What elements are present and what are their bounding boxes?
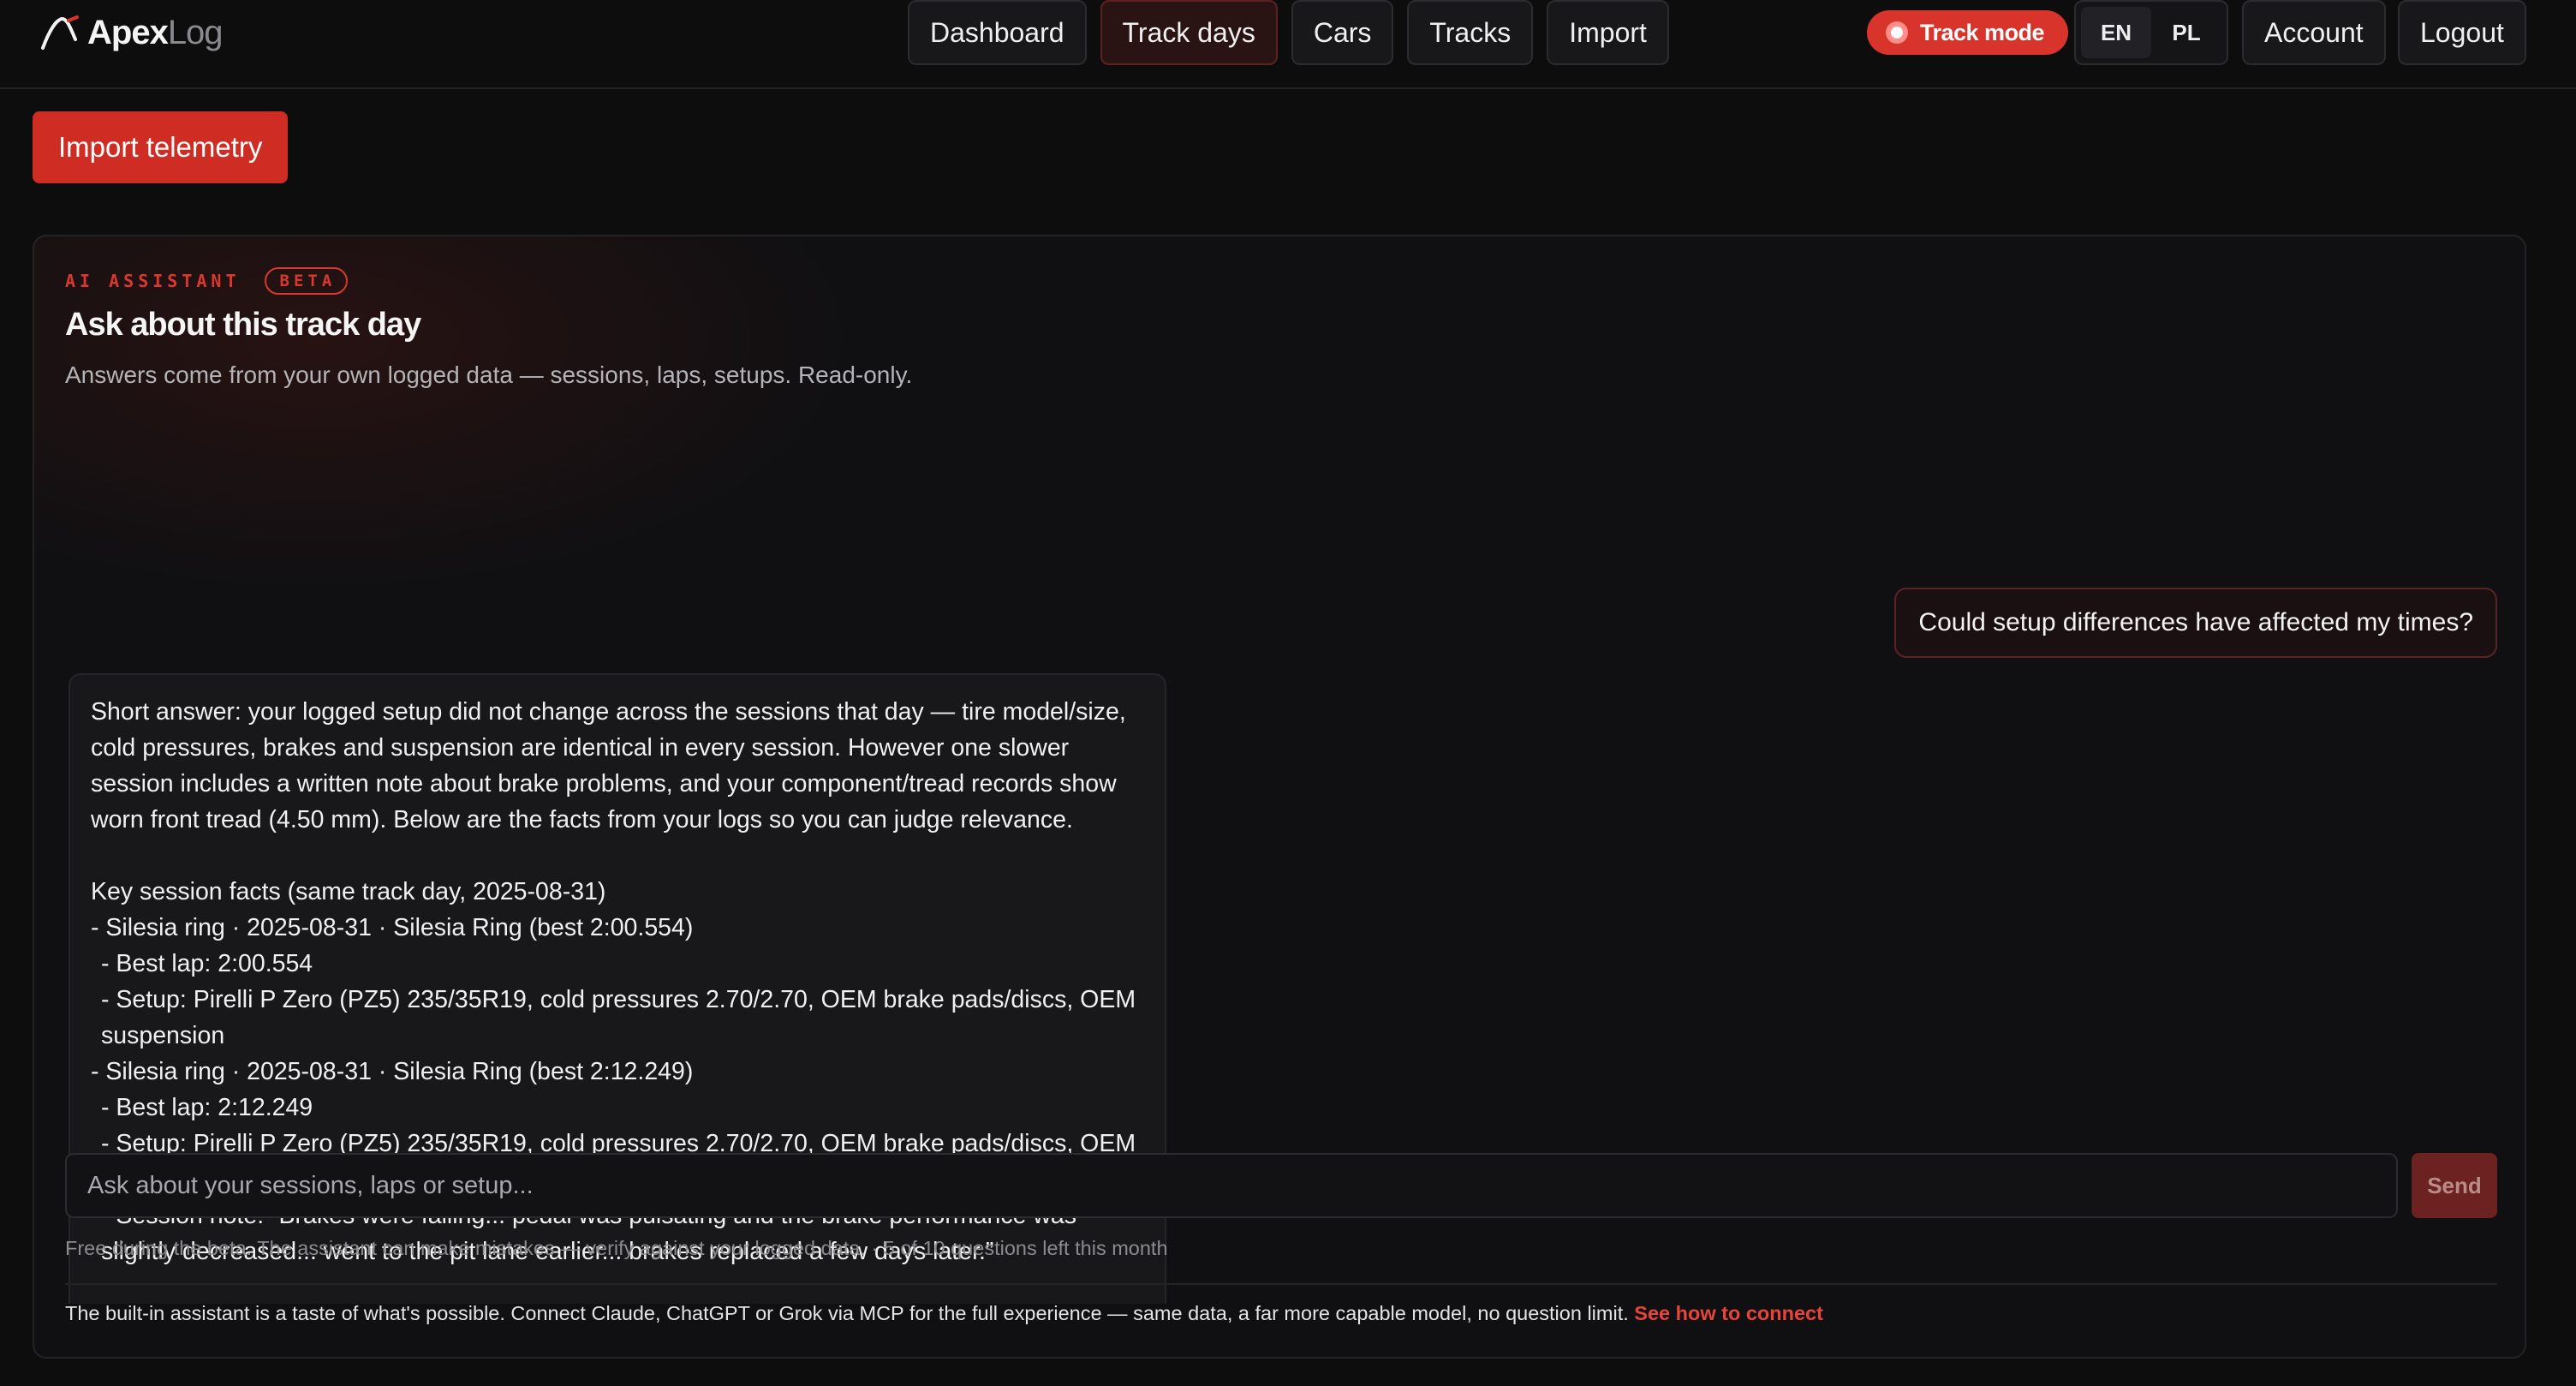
reply-heading: Key session facts (same track day, 2025-… — [91, 878, 606, 905]
lang-pl-button[interactable]: PL — [2151, 7, 2221, 58]
logout-button[interactable]: Logout — [2398, 0, 2526, 65]
reply-spacer — [91, 838, 1144, 874]
lang-en-button[interactable]: EN — [2081, 7, 2151, 58]
import-telemetry-button[interactable]: Import telemetry — [33, 111, 289, 183]
top-bar: ApexLog Dashboard Track days Cars Tracks… — [0, 0, 2576, 89]
see-how-to-connect-link[interactable]: See how to connect — [1634, 1302, 1823, 1324]
eyebrow-label: AI ASSISTANT — [65, 271, 241, 291]
nav-tracks[interactable]: Tracks — [1407, 0, 1534, 65]
nav-cars[interactable]: Cars — [1291, 0, 1394, 65]
nav-dashboard[interactable]: Dashboard — [908, 0, 1087, 65]
logo-light: Log — [167, 13, 224, 51]
account-button[interactable]: Account — [2242, 0, 2386, 65]
chat-input[interactable] — [65, 1153, 2398, 1218]
record-dot-icon — [1886, 21, 1908, 44]
mcp-note-text: The built-in assistant is a taste of wha… — [65, 1302, 1629, 1324]
reply-session-2: - Silesia ring · 2025-08-31 · Silesia Ri… — [91, 1058, 694, 1085]
panel-title: Ask about this track day — [65, 307, 421, 343]
reply-session-1-best: - Best lap: 2:00.554 — [101, 950, 313, 977]
reply-intro: Short answer: your logged setup did not … — [91, 698, 1126, 833]
nav-track-days[interactable]: Track days — [1100, 0, 1278, 65]
send-button[interactable]: Send — [2412, 1153, 2497, 1218]
ai-assistant-panel: AI ASSISTANT BETA Ask about this track d… — [33, 235, 2526, 1359]
mcp-note: The built-in assistant is a taste of wha… — [65, 1302, 1823, 1325]
logo-main: Apex — [87, 13, 169, 51]
page: ApexLog Dashboard Track days Cars Tracks… — [0, 0, 2576, 1386]
swoosh-icon — [41, 15, 79, 50]
track-mode-toggle[interactable]: Track mode — [1867, 10, 2069, 55]
track-mode-label: Track mode — [1920, 19, 2045, 45]
logo[interactable]: ApexLog — [39, 7, 224, 58]
beta-disclaimer: Free during the beta. The assistant can … — [65, 1237, 1168, 1259]
reply-session-2-best: - Best lap: 2:12.249 — [101, 1094, 313, 1121]
main-nav: Dashboard Track days Cars Tracks Import — [908, 0, 1669, 65]
beta-badge: BETA — [264, 267, 349, 295]
chat-input-row: Send — [65, 1153, 2497, 1218]
divider — [65, 1283, 2497, 1285]
panel-eyebrow: AI ASSISTANT BETA — [65, 267, 349, 295]
language-switcher: EN PL — [2074, 0, 2228, 65]
panel-subtitle: Answers come from your own logged data —… — [65, 361, 913, 388]
nav-import[interactable]: Import — [1547, 0, 1669, 65]
user-message: Could setup differences have affected my… — [1894, 588, 2497, 658]
reply-session-1: - Silesia ring · 2025-08-31 · Silesia Ri… — [91, 914, 694, 941]
reply-session-1-setup: - Setup: Pirelli P Zero (PZ5) 235/35R19,… — [101, 986, 1136, 1049]
logo-text: ApexLog — [87, 13, 224, 52]
